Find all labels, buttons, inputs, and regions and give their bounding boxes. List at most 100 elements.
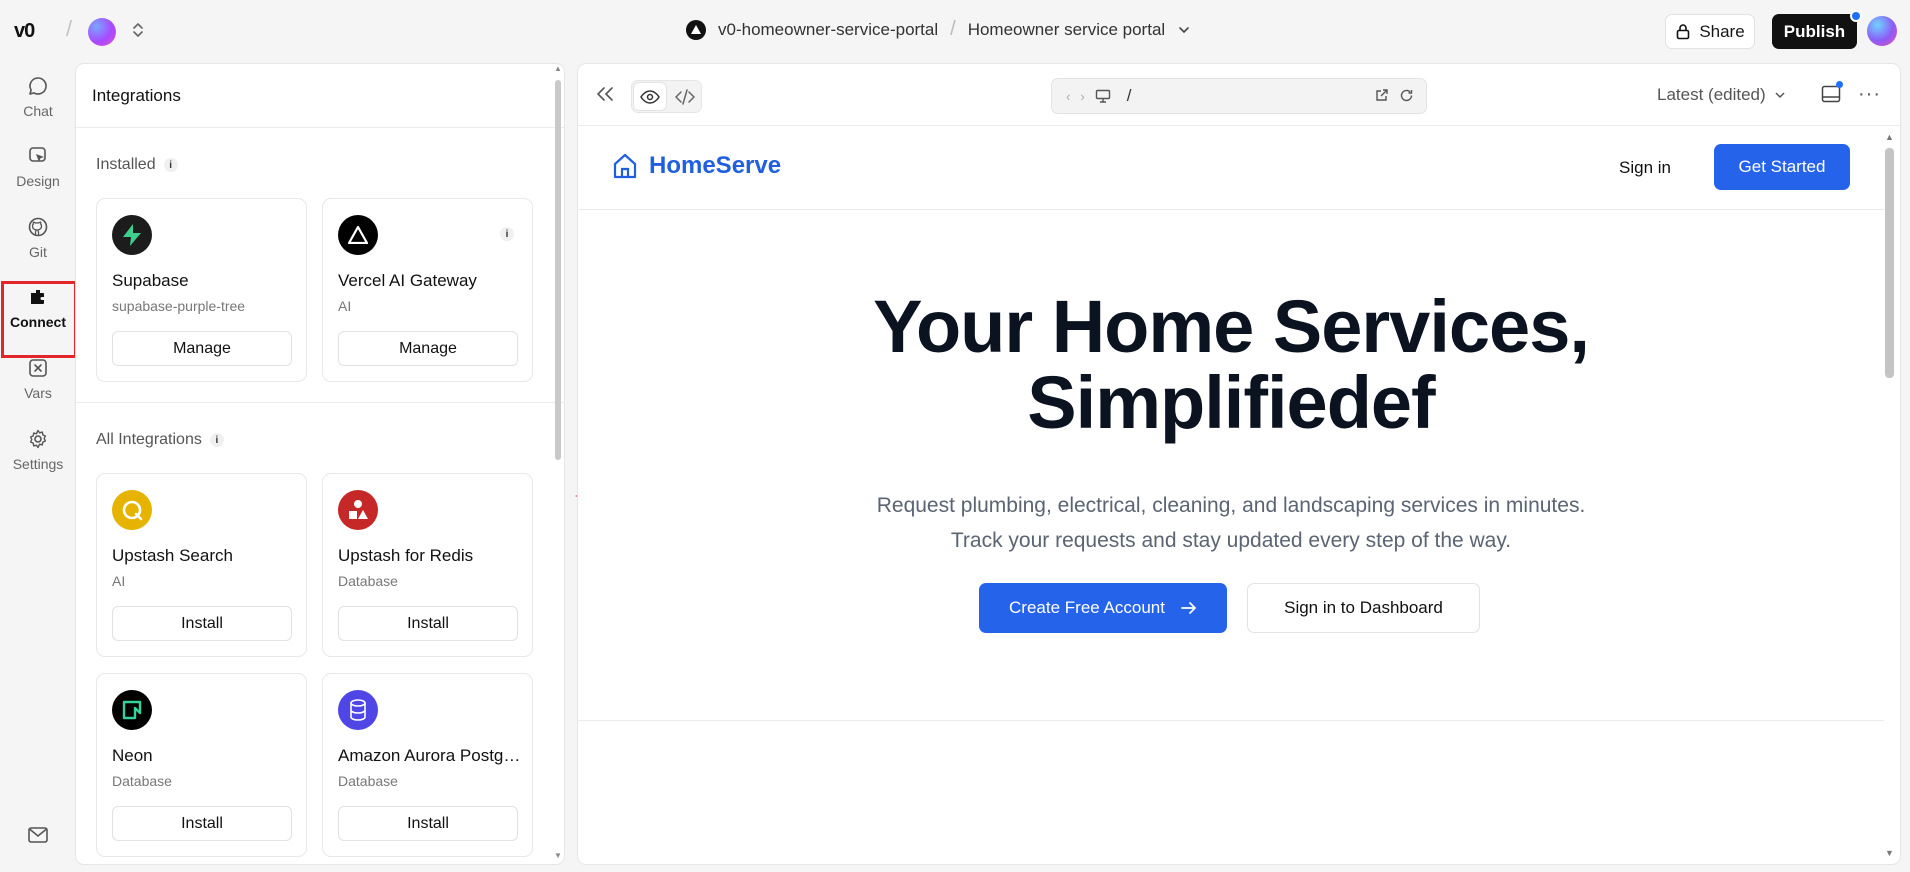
brand-logo[interactable]: HomeServe xyxy=(611,152,781,180)
installed-section-label: Installed i xyxy=(96,156,178,174)
scroll-up-arrow[interactable]: ▲ xyxy=(554,64,562,73)
version-dropdown[interactable]: Latest (edited) xyxy=(1657,85,1786,105)
gear-icon xyxy=(27,428,49,450)
info-icon[interactable]: i xyxy=(209,433,224,447)
integration-name: Vercel AI Gateway xyxy=(338,271,477,290)
design-cursor-icon xyxy=(27,145,49,167)
section-divider xyxy=(578,720,1884,721)
manage-button[interactable]: Manage xyxy=(112,331,292,366)
notification-dot xyxy=(1836,81,1843,88)
site-navbar: HomeServe Sign in Get Started xyxy=(578,126,1884,210)
divider xyxy=(76,127,564,128)
section-label-text: All Integrations xyxy=(96,431,202,448)
project-name-link[interactable]: v0-homeowner-service-portal xyxy=(718,20,938,40)
left-rail: Chat Design Git Connect Vars Settings xyxy=(0,62,75,872)
integration-card-vercel-ai-gateway[interactable]: i Vercel AI Gateway AI Manage xyxy=(322,198,533,382)
create-account-button[interactable]: Create Free Account xyxy=(979,583,1227,633)
share-label: Share xyxy=(1699,21,1745,41)
panel-scrollbar[interactable] xyxy=(555,80,561,460)
rail-item-chat[interactable]: Chat xyxy=(3,64,73,130)
preview-panel: ‹ › / Latest (edited) ··· HomeServe Sign… xyxy=(577,63,1901,865)
sign-in-link[interactable]: Sign in xyxy=(1619,158,1671,178)
connect-highlight-box xyxy=(1,281,77,358)
refresh-icon[interactable] xyxy=(1399,88,1414,103)
variable-icon xyxy=(27,357,49,379)
rail-label: Settings xyxy=(12,456,64,472)
view-mode-toggle xyxy=(631,80,702,113)
install-button[interactable]: Install xyxy=(112,806,292,841)
share-button[interactable]: Share xyxy=(1665,14,1755,49)
divider xyxy=(76,402,564,403)
rail-label: Git xyxy=(29,244,47,260)
chat-bubble-icon xyxy=(27,75,49,97)
chevrons-left-icon[interactable] xyxy=(596,86,614,102)
panel-title: Integrations xyxy=(92,86,181,105)
info-icon[interactable]: i xyxy=(500,227,514,241)
install-button[interactable]: Install xyxy=(338,806,518,841)
v0-logo[interactable]: v0 xyxy=(14,20,35,43)
hero-subtitle: Request plumbing, electrical, cleaning, … xyxy=(578,488,1884,558)
code-icon[interactable] xyxy=(669,83,701,110)
integration-card-upstash-redis[interactable]: Upstash for Redis Database Install xyxy=(322,473,533,657)
integration-subtitle: AI xyxy=(338,298,352,314)
chat-name-dropdown[interactable]: Homeowner service portal xyxy=(968,20,1165,40)
integration-name: Upstash Search xyxy=(112,546,233,565)
install-button[interactable]: Install xyxy=(112,606,292,641)
publish-button[interactable]: Publish xyxy=(1772,14,1857,49)
vercel-triangle-icon xyxy=(338,215,378,255)
home-icon xyxy=(611,152,639,180)
database-icon xyxy=(338,690,378,730)
get-started-button[interactable]: Get Started xyxy=(1714,144,1850,190)
more-options-icon[interactable]: ··· xyxy=(1858,84,1881,104)
sign-in-dashboard-button[interactable]: Sign in to Dashboard xyxy=(1247,583,1480,633)
notification-dot xyxy=(1850,10,1862,22)
url-bar[interactable]: ‹ › / xyxy=(1051,78,1427,114)
desktop-icon[interactable] xyxy=(1095,89,1111,103)
upstash-redis-icon xyxy=(338,490,378,530)
rail-item-git[interactable]: Git xyxy=(3,205,73,271)
eye-icon[interactable] xyxy=(634,83,666,110)
integration-card-upstash-search[interactable]: Upstash Search AI Install xyxy=(96,473,307,657)
cta-label: Create Free Account xyxy=(1009,598,1165,617)
preview-scrollbar[interactable] xyxy=(1885,148,1894,378)
rail-item-design[interactable]: Design xyxy=(3,134,73,200)
breadcrumb-separator: / xyxy=(950,18,956,40)
forward-icon[interactable]: › xyxy=(1080,89,1084,104)
chevron-down-icon[interactable] xyxy=(1177,23,1191,37)
github-icon xyxy=(27,216,49,238)
user-avatar[interactable] xyxy=(1867,16,1897,46)
rail-item-settings[interactable]: Settings xyxy=(3,417,73,483)
chevron-up-down-icon[interactable] xyxy=(131,20,145,40)
integration-card-amazon-aurora[interactable]: Amazon Aurora Postgres Database Install xyxy=(322,673,533,857)
rail-label: Vars xyxy=(24,385,52,401)
integrations-panel: Integrations Installed i Supabase supaba… xyxy=(75,63,565,865)
scroll-down-arrow[interactable]: ▼ xyxy=(1885,848,1894,858)
integration-subtitle: Database xyxy=(338,573,398,589)
integration-name: Amazon Aurora Postgres xyxy=(338,746,523,765)
scroll-down-arrow[interactable]: ▼ xyxy=(554,851,562,860)
arrow-right-icon xyxy=(1181,601,1197,615)
install-button[interactable]: Install xyxy=(338,606,518,641)
manage-button[interactable]: Manage xyxy=(338,331,518,366)
integration-name: Upstash for Redis xyxy=(338,546,474,565)
url-path[interactable]: / xyxy=(1127,86,1132,106)
integration-card-supabase[interactable]: Supabase supabase-purple-tree Manage xyxy=(96,198,307,382)
all-integrations-section-label: All Integrations i xyxy=(96,431,224,449)
scroll-up-arrow[interactable]: ▲ xyxy=(1885,132,1894,142)
integration-subtitle: AI xyxy=(112,573,126,589)
back-icon[interactable]: ‹ xyxy=(1066,89,1070,104)
preview-toolbar: ‹ › / Latest (edited) ··· xyxy=(578,64,1900,126)
mail-icon[interactable] xyxy=(27,826,49,844)
hero-subtitle-line: Track your requests and stay updated eve… xyxy=(950,529,1512,552)
hero-title: Your Home Services, Simplifiedef xyxy=(578,289,1884,441)
integration-card-neon[interactable]: Neon Database Install xyxy=(96,673,307,857)
upstash-search-icon xyxy=(112,490,152,530)
team-avatar[interactable] xyxy=(88,18,116,46)
chevron-down-icon xyxy=(1774,89,1786,101)
site-preview: HomeServe Sign in Get Started Your Home … xyxy=(578,126,1884,864)
external-link-icon[interactable] xyxy=(1374,88,1389,103)
rail-label: Chat xyxy=(23,103,53,119)
hero-subtitle-line: Request plumbing, electrical, cleaning, … xyxy=(876,494,1586,517)
info-icon[interactable]: i xyxy=(163,158,178,172)
breadcrumb-separator: / xyxy=(66,16,73,41)
